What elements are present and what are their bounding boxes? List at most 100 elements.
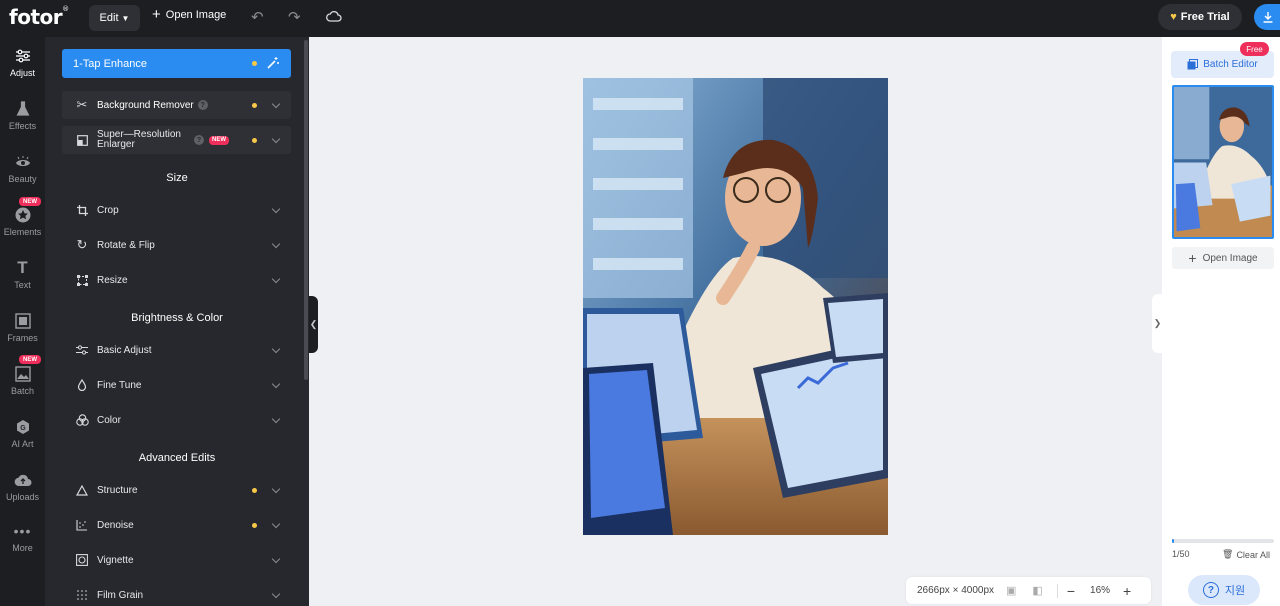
nav-label: Beauty: [8, 174, 37, 184]
cloud-upload-icon: [14, 471, 32, 489]
help-icon[interactable]: ?: [197, 100, 208, 110]
nav-item-more[interactable]: ••• More: [0, 522, 45, 553]
canvas-toolbar: 2666px × 4000px ▣ ◧ − 16% +: [906, 577, 1151, 604]
nav-item-frames[interactable]: Frames: [0, 312, 45, 343]
one-tap-enhance-button[interactable]: 1-Tap Enhance: [62, 49, 291, 78]
trash-icon: 🗑: [1222, 549, 1234, 559]
canvas-image[interactable]: [583, 78, 888, 535]
download-button[interactable]: [1254, 4, 1280, 30]
edit-menu-button[interactable]: Edit ▼: [89, 5, 140, 31]
premium-dot: [252, 61, 257, 66]
chevron-down-icon: [271, 379, 281, 389]
scissors-icon: ✂: [76, 97, 88, 112]
chevron-down-icon: [271, 274, 281, 284]
basic-adjust-row[interactable]: Basic Adjust: [62, 340, 291, 360]
premium-dot: [252, 103, 257, 108]
triangle-icon: [75, 483, 89, 497]
nav-item-batch[interactable]: Batch: [0, 365, 45, 396]
star-icon: [14, 206, 32, 224]
basic-adjust-label: Basic Adjust: [97, 344, 152, 356]
vignette-row[interactable]: Vignette: [62, 550, 291, 570]
rotate-flip-label: Rotate & Flip: [97, 239, 155, 251]
cloud-save-icon[interactable]: [326, 10, 342, 26]
nav-item-beauty[interactable]: Beauty: [0, 153, 45, 184]
image-icon: [14, 365, 32, 383]
nav-label: Elements: [3, 227, 42, 237]
open-image-button[interactable]: + Open Image: [152, 6, 226, 23]
zoom-out-icon[interactable]: −: [1067, 583, 1075, 599]
rotate-flip-row[interactable]: ↻ Rotate & Flip: [62, 235, 291, 255]
super-resolution-label: Super—Resolution Enlarger: [97, 130, 197, 150]
image-count: 1/50: [1172, 549, 1190, 559]
support-button[interactable]: ? 지원: [1188, 575, 1260, 605]
sliders-icon: [75, 343, 89, 357]
compare-icon[interactable]: ◧: [1032, 584, 1042, 597]
film-grain-row[interactable]: Film Grain: [62, 585, 291, 605]
collapse-panel-button[interactable]: ❮: [309, 296, 318, 353]
plus-icon: +: [152, 6, 161, 23]
help-icon[interactable]: ?: [194, 135, 204, 145]
nav-item-text[interactable]: T Text: [0, 258, 45, 290]
rotate-icon: ↻: [76, 237, 88, 252]
structure-row[interactable]: Structure: [62, 480, 291, 500]
image-icon[interactable]: ▣: [1006, 584, 1016, 597]
chevron-down-icon: [271, 414, 281, 424]
new-badge: NEW: [19, 197, 41, 206]
nav-label: Effects: [8, 121, 37, 131]
crop-row[interactable]: Crop: [62, 200, 291, 220]
background-remover-row[interactable]: ✂ Background Remover ?: [62, 91, 291, 119]
fine-tune-row[interactable]: Fine Tune: [62, 375, 291, 395]
nav-item-adjust[interactable]: Adjust: [0, 47, 45, 78]
nav-item-uploads[interactable]: Uploads: [0, 471, 45, 502]
denoise-icon: [75, 518, 89, 532]
edit-label: Edit: [99, 12, 119, 24]
progress-fill: [1172, 539, 1175, 543]
zoom-in-icon[interactable]: +: [1123, 583, 1131, 599]
nav-label: Batch: [10, 386, 34, 396]
nav-item-elements[interactable]: Elements: [0, 206, 45, 237]
zoom-level: 16%: [1090, 585, 1111, 596]
image-dimensions: 2666px × 4000px: [917, 585, 995, 596]
super-resolution-row[interactable]: Super—Resolution Enlarger ? NEW: [62, 126, 291, 154]
image-thumbnail[interactable]: [1172, 85, 1274, 239]
add-image-button[interactable]: + Open Image: [1172, 247, 1274, 269]
text-icon: T: [17, 258, 28, 277]
download-icon: [1263, 12, 1273, 23]
plus-icon: +: [1188, 250, 1197, 266]
structure-label: Structure: [97, 484, 138, 496]
support-label: 지원: [1224, 585, 1246, 597]
panel-scrollbar[interactable]: [304, 40, 308, 380]
free-badge: Free: [1240, 42, 1269, 56]
free-trial-button[interactable]: ♥ Free Trial: [1158, 4, 1242, 30]
denoise-row[interactable]: Denoise: [62, 515, 291, 535]
denoise-label: Denoise: [97, 519, 134, 531]
sliders-icon: [14, 47, 32, 65]
divider: [1056, 583, 1058, 598]
super-res-line2: Enlarger: [97, 139, 135, 150]
chevron-down-icon: [271, 204, 281, 214]
nav-item-effects[interactable]: Effects: [0, 100, 45, 131]
resize-row[interactable]: Resize: [62, 270, 291, 290]
bg-remover-label: Background Remover: [97, 99, 194, 111]
batch-stack-icon: [1187, 59, 1199, 70]
clear-all-button[interactable]: 🗑 Clear All: [1222, 549, 1270, 560]
section-advanced-heading: Advanced Edits: [138, 452, 216, 464]
add-image-label: Open Image: [1202, 252, 1258, 264]
undo-icon[interactable]: ↶: [251, 10, 264, 26]
color-circles-icon: [75, 413, 89, 427]
eye-icon: [14, 153, 32, 171]
chevron-down-icon: [271, 344, 281, 354]
vignette-icon: [75, 553, 89, 567]
color-row[interactable]: Color: [62, 410, 291, 430]
chevron-left-icon: ❮: [309, 319, 318, 329]
nav-label: More: [12, 543, 33, 553]
vignette-label: Vignette: [97, 554, 134, 566]
fotor-logo[interactable]: fotor®: [9, 5, 69, 29]
nav-item-ai-art[interactable]: G AI Art: [0, 418, 45, 449]
thumbnail-photo: [1174, 87, 1272, 237]
free-trial-label: Free Trial: [1180, 11, 1230, 23]
redo-icon[interactable]: ↷: [288, 10, 301, 26]
grain-icon: [75, 588, 89, 602]
premium-dot: [252, 488, 257, 493]
crown-icon: ♥: [1170, 11, 1177, 23]
